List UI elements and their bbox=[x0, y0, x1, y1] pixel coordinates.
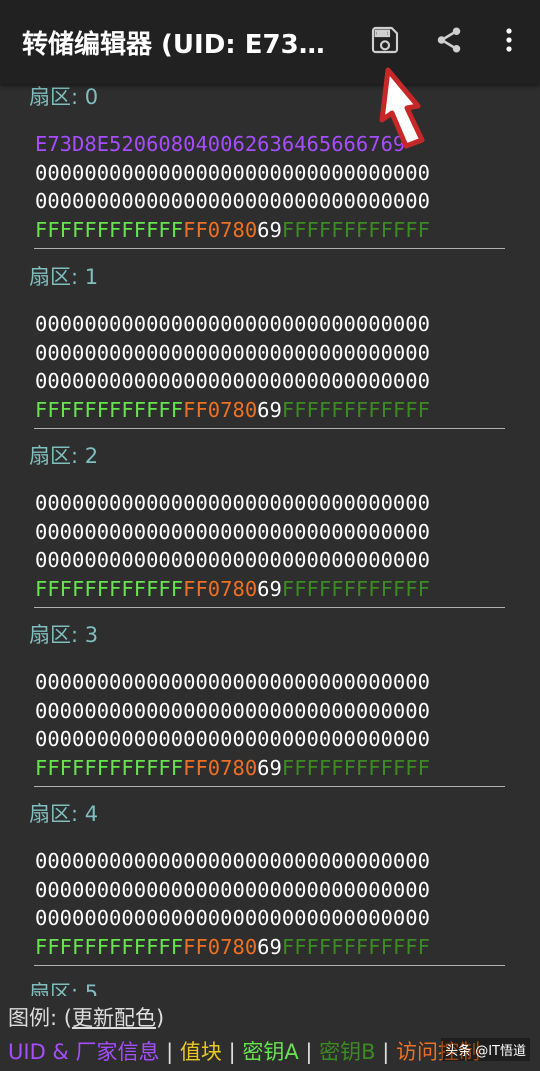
data-block[interactable]: 00000000000000000000000000000000 bbox=[35, 187, 540, 216]
data-block[interactable]: 00000000000000000000000000000000 bbox=[35, 159, 540, 188]
sector-trailer-block[interactable]: FFFFFFFFFFFFFF078069FFFFFFFFFFFF bbox=[35, 754, 540, 783]
sector-divider bbox=[34, 428, 505, 430]
sector: 扇区: 3 00000000000000000000000000000000 000… bbox=[0, 622, 540, 788]
red-arrow-annotation bbox=[360, 60, 440, 154]
sector-blocks[interactable]: E73D8E520608040062636465666769 0000000000… bbox=[35, 130, 540, 244]
share-icon bbox=[434, 25, 464, 59]
sector-label: 扇区: 2 bbox=[29, 444, 99, 468]
data-block[interactable]: 00000000000000000000000000000000 bbox=[35, 367, 540, 396]
legend-value-block: 值块 bbox=[179, 1040, 222, 1064]
legend-uid-vendor: UID & 厂家信息 bbox=[8, 1040, 160, 1064]
data-block[interactable]: 00000000000000000000000000000000 bbox=[35, 489, 540, 518]
data-block[interactable]: 00000000000000000000000000000000 bbox=[35, 546, 540, 575]
sector-divider bbox=[34, 965, 505, 967]
legend-key-b: 密钥B bbox=[319, 1040, 376, 1064]
key-a: FFFFFFFFFFFF bbox=[35, 755, 184, 780]
more-vert-icon bbox=[497, 25, 521, 59]
key-a: FFFFFFFFFFFF bbox=[35, 576, 184, 601]
share-button[interactable] bbox=[427, 20, 471, 64]
general-purpose-byte: 69 bbox=[257, 755, 282, 780]
sector: 扇区: 4 00000000000000000000000000000000 000… bbox=[0, 801, 540, 967]
key-b: FFFFFFFFFFFF bbox=[281, 397, 430, 422]
legend-suffix: ) bbox=[155, 1006, 165, 1030]
sector-label: 扇区: 0 bbox=[29, 85, 99, 109]
dump-content[interactable]: 扇区: 0 E73D8E520608040062636465666769 00000… bbox=[0, 84, 540, 996]
legend-key-a: 密钥A bbox=[242, 1040, 299, 1064]
legend-separator: | bbox=[298, 1040, 320, 1064]
sector: 扇区: 1 00000000000000000000000000000000 000… bbox=[0, 264, 540, 430]
save-button[interactable] bbox=[363, 20, 407, 64]
sector-blocks[interactable]: 00000000000000000000000000000000 00000000… bbox=[35, 847, 540, 961]
access-bits: FF0780 bbox=[183, 217, 258, 242]
general-purpose-byte: 69 bbox=[257, 934, 282, 959]
key-a: FFFFFFFFFFFF bbox=[35, 397, 184, 422]
access-bits: FF0780 bbox=[183, 934, 258, 959]
sector: 扇区: 0 E73D8E520608040062636465666769 00000… bbox=[0, 84, 540, 250]
sector-trailer-block[interactable]: FFFFFFFFFFFFFF078069FFFFFFFFFFFF bbox=[35, 933, 540, 962]
key-a: FFFFFFFFFFFF bbox=[35, 934, 184, 959]
sector-blocks[interactable]: 00000000000000000000000000000000 00000000… bbox=[35, 489, 540, 603]
sector-divider bbox=[34, 248, 505, 250]
watermark: 头条 @IT悟道 bbox=[441, 1038, 530, 1061]
sector-label: 扇区: 1 bbox=[29, 265, 99, 289]
sector: 扇区: 5 bbox=[0, 980, 540, 996]
sector-blocks[interactable]: 00000000000000000000000000000000 00000000… bbox=[35, 310, 540, 424]
sector-trailer-block[interactable]: FFFFFFFFFFFFFF078069FFFFFFFFFFFF bbox=[35, 216, 540, 245]
key-b: FFFFFFFFFFFF bbox=[281, 217, 430, 242]
access-bits: FF0780 bbox=[183, 576, 258, 601]
sector-divider bbox=[34, 607, 505, 609]
sector: 扇区: 2 00000000000000000000000000000000 000… bbox=[0, 443, 540, 609]
app-toolbar: 转储编辑器 (UID: E73D8... bbox=[0, 0, 540, 84]
legend-separator: | bbox=[159, 1040, 180, 1064]
key-b: FFFFFFFFFFFF bbox=[281, 576, 430, 601]
data-block[interactable]: 00000000000000000000000000000000 bbox=[35, 876, 540, 905]
sector-label: 扇区: 5 bbox=[29, 981, 99, 996]
legend-prefix: 图例: ( bbox=[8, 1006, 72, 1030]
data-block[interactable]: 00000000000000000000000000000000 bbox=[35, 847, 540, 876]
general-purpose-byte: 69 bbox=[257, 397, 282, 422]
general-purpose-byte: 69 bbox=[257, 217, 282, 242]
legend-items: UID & 厂家信息 | 值块 | 密钥A | 密钥B | 访问控制 bbox=[8, 1036, 480, 1066]
access-bits: FF0780 bbox=[183, 397, 258, 422]
uid-manufacturer-block[interactable]: E73D8E520608040062636465666769 bbox=[35, 130, 540, 159]
data-block[interactable]: 00000000000000000000000000000000 bbox=[35, 668, 540, 697]
sector-label: 扇区: 4 bbox=[29, 802, 99, 826]
data-block[interactable]: 00000000000000000000000000000000 bbox=[35, 697, 540, 726]
data-block[interactable]: 00000000000000000000000000000000 bbox=[35, 518, 540, 547]
sector-trailer-block[interactable]: FFFFFFFFFFFFFF078069FFFFFFFFFFFF bbox=[35, 396, 540, 425]
toolbar-title: 转储编辑器 (UID: E73D8... bbox=[22, 30, 342, 60]
key-b: FFFFFFFFFFFF bbox=[281, 755, 430, 780]
key-a: FFFFFFFFFFFF bbox=[35, 217, 184, 242]
access-bits: FF0780 bbox=[183, 755, 258, 780]
sector-label: 扇区: 3 bbox=[29, 623, 99, 647]
sector-trailer-block[interactable]: FFFFFFFFFFFFFF078069FFFFFFFFFFFF bbox=[35, 575, 540, 604]
save-icon bbox=[369, 24, 401, 60]
sector-divider bbox=[34, 786, 505, 788]
legend-separator: | bbox=[221, 1040, 243, 1064]
data-block[interactable]: 00000000000000000000000000000000 bbox=[35, 904, 540, 933]
legend-separator: | bbox=[375, 1040, 397, 1064]
data-block[interactable]: 00000000000000000000000000000000 bbox=[35, 310, 540, 339]
more-options-button[interactable] bbox=[487, 20, 531, 64]
data-block[interactable]: 00000000000000000000000000000000 bbox=[35, 339, 540, 368]
key-b: FFFFFFFFFFFF bbox=[281, 934, 430, 959]
sector-blocks[interactable]: 00000000000000000000000000000000 00000000… bbox=[35, 668, 540, 782]
legend: 图例: (更新配色) UID & 厂家信息 | 值块 | 密钥A | 密钥B |… bbox=[0, 996, 540, 1071]
legend-title: 图例: (更新配色) bbox=[8, 1002, 164, 1032]
recolor-link[interactable]: 更新配色 bbox=[72, 1006, 156, 1030]
general-purpose-byte: 69 bbox=[257, 576, 282, 601]
data-block[interactable]: 00000000000000000000000000000000 bbox=[35, 725, 540, 754]
